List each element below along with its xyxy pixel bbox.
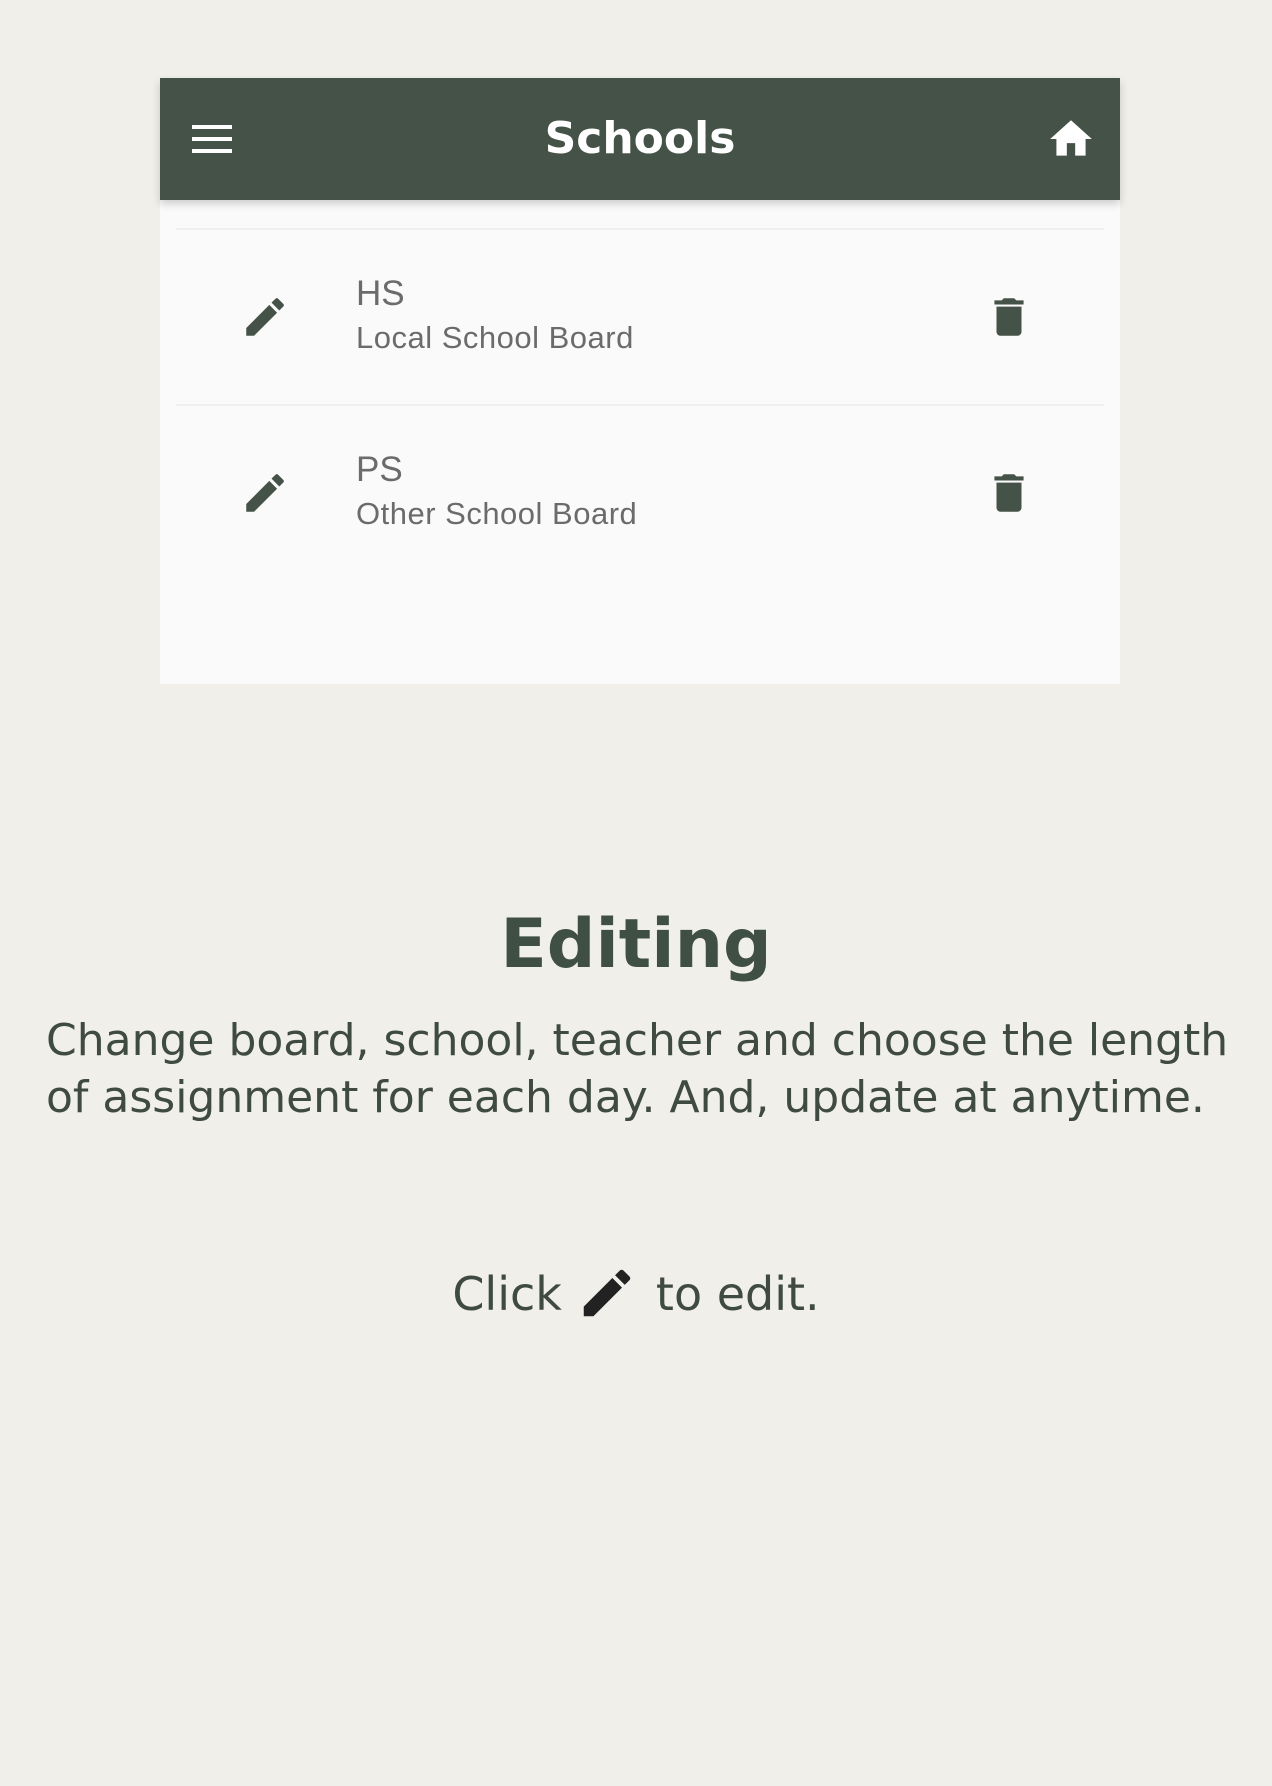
pencil-icon [583, 1269, 631, 1317]
list-item-text: HS Local School Board [356, 272, 634, 360]
hint-text-before: Click [452, 1267, 562, 1321]
home-icon[interactable] [1046, 114, 1096, 164]
edit-hint: Click to edit. [0, 1262, 1272, 1324]
app-bar-title: Schools [544, 113, 736, 164]
hint-text-after: to edit. [655, 1267, 820, 1321]
list-item-text: PS Other School Board [356, 448, 637, 536]
schools-list: HS Local School Board PS Other School Bo… [176, 228, 1104, 580]
school-name: HS [356, 274, 405, 313]
trash-icon[interactable] [984, 468, 1034, 518]
feature-description: Change board, school, teacher and choose… [46, 1015, 1229, 1123]
feature-heading: Editing [500, 905, 772, 984]
trash-icon[interactable] [984, 292, 1034, 342]
list-item: HS Local School Board [176, 228, 1104, 404]
app-bar: Schools [160, 78, 1120, 200]
pencil-icon[interactable] [240, 468, 290, 518]
list-item: PS Other School Board [176, 404, 1104, 580]
app-preview: Schools HS Local School Board PS Other S… [160, 78, 1120, 684]
school-board: Other School Board [356, 496, 638, 531]
school-name: PS [356, 450, 403, 489]
pencil-icon[interactable] [240, 292, 290, 342]
school-board: Local School Board [356, 320, 634, 355]
